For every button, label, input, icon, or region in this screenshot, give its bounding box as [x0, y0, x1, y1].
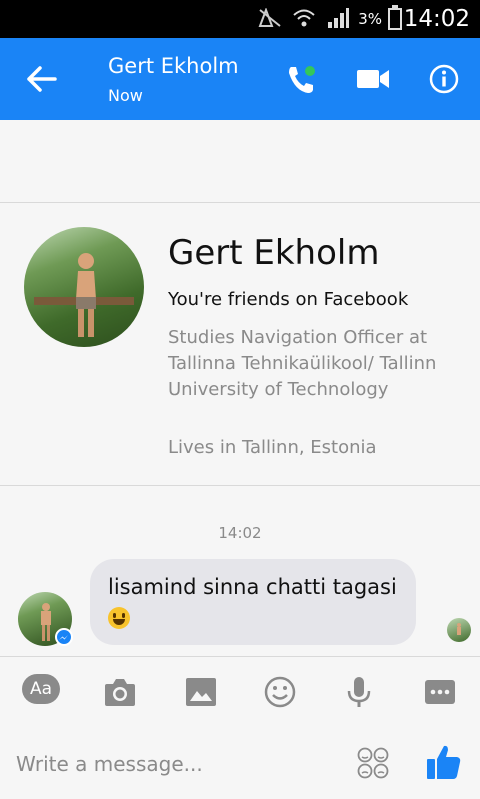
- wifi-icon: [293, 9, 315, 27]
- battery-percent: 3%: [358, 10, 382, 28]
- camera-icon: [105, 679, 135, 706]
- like-button[interactable]: [424, 742, 464, 782]
- chat-header: Gert Ekholm Now: [0, 38, 480, 120]
- presence-status: Now: [108, 86, 143, 105]
- profile-studies: Studies Navigation Officer at Tallinna T…: [168, 327, 437, 400]
- voice-message-button[interactable]: [340, 675, 378, 709]
- profile-name: Gert Ekholm: [168, 233, 380, 273]
- avatar-photo: [34, 253, 134, 337]
- video-call-button[interactable]: [356, 66, 390, 92]
- status-time: 14:02: [403, 6, 470, 32]
- gallery-icon: [186, 678, 216, 706]
- phone-icon: [289, 66, 315, 93]
- microphone-icon: [347, 677, 371, 707]
- no-sim-icon: [258, 8, 281, 27]
- smiley-emoji-icon: [108, 607, 130, 629]
- sticker-icon: [357, 747, 389, 779]
- status-icons: [258, 8, 350, 28]
- sticker-button[interactable]: [356, 746, 390, 780]
- profile-avatar[interactable]: [24, 227, 144, 347]
- profile-location: Lives in Tallinn, Estonia: [168, 437, 377, 458]
- emoji-button[interactable]: [261, 675, 299, 709]
- camera-button[interactable]: [101, 675, 139, 709]
- info-button[interactable]: [428, 63, 460, 95]
- contact-name[interactable]: Gert Ekholm: [108, 54, 239, 78]
- back-button[interactable]: [25, 64, 59, 94]
- message-input[interactable]: [16, 748, 336, 780]
- gallery-button[interactable]: [182, 675, 220, 709]
- thumbs-up-icon: [427, 745, 461, 779]
- friendship-status: You're friends on Facebook: [168, 289, 409, 310]
- more-icon: [425, 680, 455, 704]
- battery-icon: [388, 5, 402, 30]
- profile-card: Gert Ekholm You're friends on Facebook S…: [0, 202, 480, 486]
- composer-toolbar: Aa: [0, 656, 480, 728]
- text-format-button[interactable]: Aa: [22, 674, 60, 704]
- message-text: lisamind sinna chatti tagasi: [108, 575, 397, 599]
- signal-icon: [328, 8, 349, 28]
- voice-call-button[interactable]: [285, 64, 317, 96]
- video-camera-icon: [357, 70, 389, 88]
- status-bar: 3% 14:02: [0, 0, 480, 38]
- more-button[interactable]: [421, 675, 459, 709]
- read-receipt-avatar: [447, 618, 471, 642]
- composer: [0, 728, 480, 799]
- emoji-icon: [264, 676, 296, 708]
- back-arrow-icon: [27, 66, 57, 92]
- messenger-icon: [55, 628, 73, 646]
- message-timestamp: 14:02: [218, 524, 262, 542]
- message-bubble[interactable]: lisamind sinna chatti tagasi: [90, 559, 416, 645]
- info-icon: [429, 64, 459, 94]
